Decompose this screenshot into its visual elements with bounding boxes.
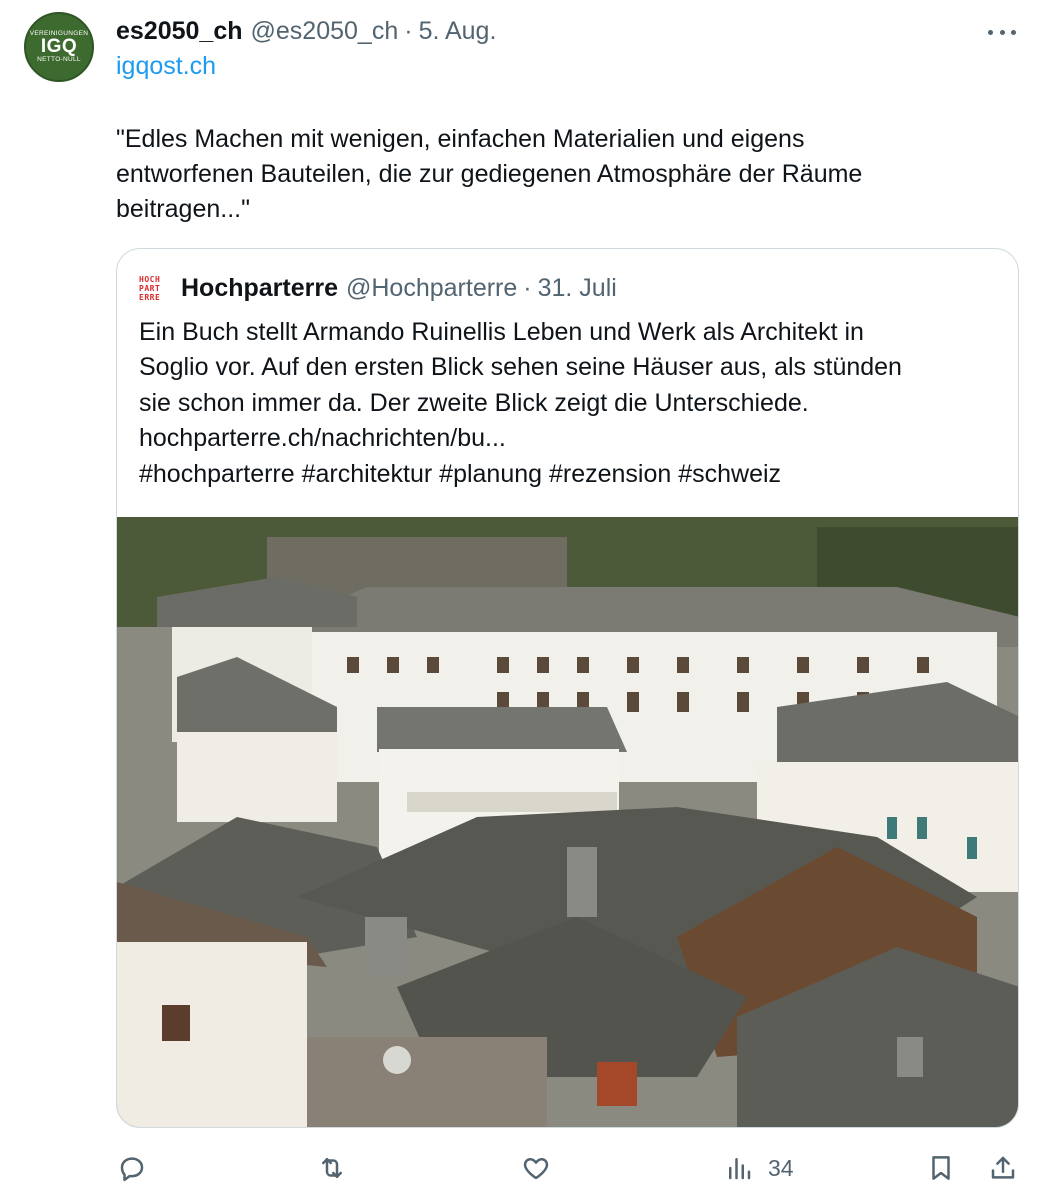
quoted-hashtags[interactable]: #hochparterre #architektur #planung #rez… — [139, 457, 999, 492]
author-handle[interactable]: @es2050_ch — [251, 17, 399, 46]
more-dot — [988, 29, 993, 35]
reply-button[interactable] — [117, 1146, 147, 1190]
like-icon — [523, 1158, 549, 1180]
tweet-header: es2050_ch @es2050_ch · 5. Aug. — [116, 14, 496, 48]
quoted-tweet-image[interactable] — [117, 517, 1019, 1128]
quoted-text-line: Soglio vor. Auf den ersten Blick sehen s… — [139, 353, 902, 382]
tweet-text: "Edles Machen mit wenigen, einfachen Mat… — [116, 125, 863, 223]
retweet-button[interactable] — [317, 1146, 347, 1190]
avatar-bottom-text: NETTO-NULL — [37, 55, 81, 63]
author-website-link[interactable]: igqost.ch — [116, 52, 216, 81]
quoted-tweet-text: Ein Buch stellt Armando Ruinellis Leben … — [139, 315, 999, 492]
hochparterre-logo[interactable]: HOCH PART ERRE — [139, 274, 167, 302]
share-icon — [991, 1156, 1015, 1179]
quoted-display-name[interactable]: Hochparterre — [181, 274, 338, 303]
logo-line: HOCH — [139, 274, 161, 284]
quoted-separator: · — [523, 273, 532, 302]
tweet-date[interactable]: 5. Aug. — [419, 17, 497, 46]
quoted-text-line: sie schon immer da. Der zweite Blick zei… — [139, 388, 809, 417]
quoted-tweet-header: HOCH PART ERRE Hochparterre @Hochparterr… — [139, 271, 617, 305]
views-count: 34 — [768, 1154, 794, 1181]
avatar-logo-text: IGQ — [40, 36, 78, 58]
views-button[interactable]: 34 — [724, 1146, 794, 1190]
quoted-handle[interactable]: @Hochparterre — [346, 274, 517, 303]
more-dot — [999, 29, 1005, 35]
reply-icon — [120, 1157, 144, 1182]
like-button[interactable] — [521, 1146, 551, 1190]
share-button[interactable] — [988, 1146, 1018, 1190]
author-display-name[interactable]: es2050_ch — [116, 17, 243, 46]
quoted-date[interactable]: 31. Juli — [538, 274, 617, 303]
bookmark-button[interactable] — [926, 1146, 956, 1190]
action-bar: 34 — [0, 1146, 1042, 1190]
retweet-icon — [322, 1158, 342, 1178]
quoted-tweet[interactable]: HOCH PART ERRE Hochparterre @Hochparterr… — [116, 248, 1019, 1128]
quoted-link[interactable]: hochparterre.ch/nachrichten/bu... — [139, 421, 999, 456]
bookmark-icon — [932, 1156, 950, 1180]
header-separator: · — [404, 16, 413, 45]
quoted-text-line: Ein Buch stellt Armando Ruinellis Leben … — [139, 318, 864, 346]
more-options-icon[interactable] — [988, 20, 1016, 44]
author-avatar[interactable]: VEREINIGUNGEN IGQ NETTO-NULL — [24, 12, 94, 82]
logo-line: ERRE — [139, 292, 161, 302]
tweet[interactable]: VEREINIGUNGEN IGQ NETTO-NULL es2050_ch @… — [0, 0, 1042, 1200]
logo-line: PART — [139, 283, 161, 293]
more-dot — [1011, 29, 1016, 35]
views-icon — [729, 1158, 751, 1180]
